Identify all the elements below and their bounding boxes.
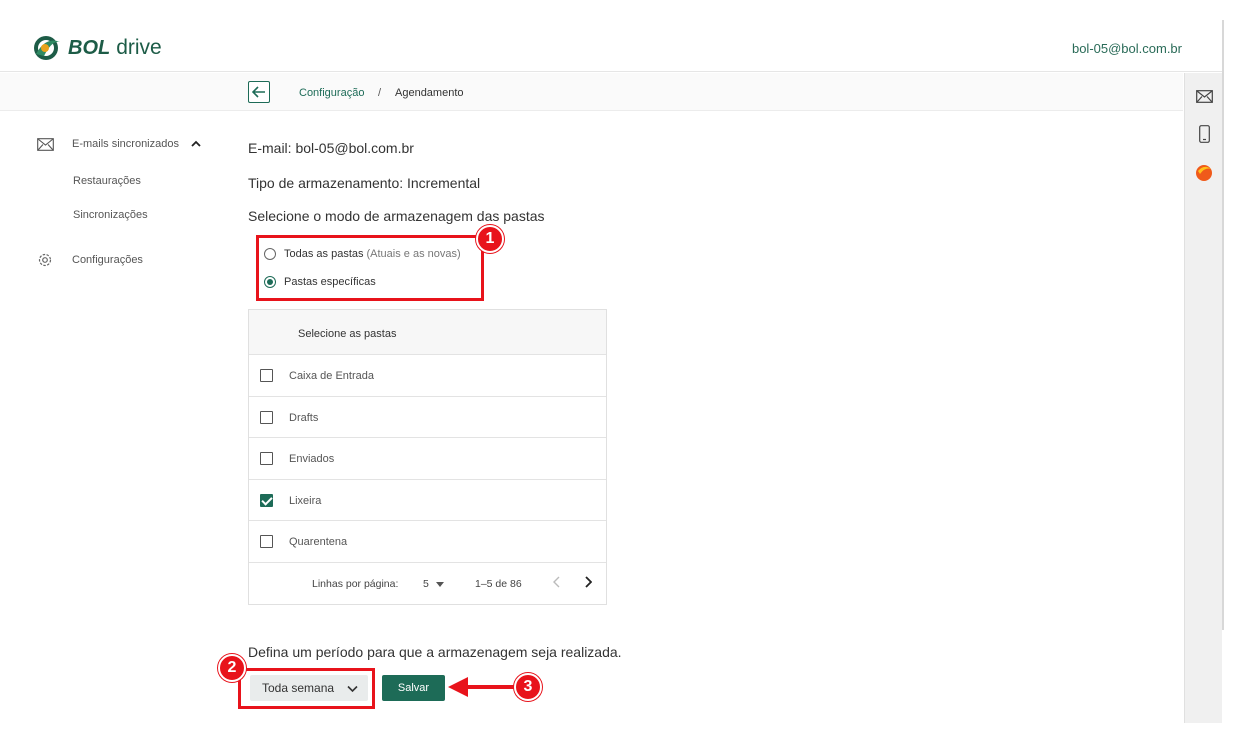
table-pagination: Linhas por página: 5 1–5 de 86 xyxy=(249,562,606,604)
caret-down-icon xyxy=(435,582,444,587)
save-button[interactable]: Salvar xyxy=(382,675,445,701)
sidebar-item-label: E-mails sincronizados xyxy=(72,138,179,150)
sidebar-item-restauracoes[interactable]: Restaurações xyxy=(73,175,141,187)
chevron-up-icon xyxy=(191,138,201,150)
folder-name: Enviados xyxy=(289,453,335,465)
mail-icon xyxy=(36,137,54,151)
top-bar: BOL drive bol-05@bol.com.br xyxy=(0,0,1222,72)
breadcrumb-configuracao[interactable]: Configuração xyxy=(299,87,364,99)
table-row[interactable]: Caixa de Entrada xyxy=(249,355,606,397)
annotation-badge-3: 3 xyxy=(514,673,542,701)
breadcrumb-bar: Configuração / Agendamento xyxy=(0,73,1183,111)
annotation-box-1 xyxy=(256,235,484,301)
table-row[interactable]: Enviados xyxy=(249,438,606,480)
table-header: Selecione as pastas xyxy=(249,310,606,355)
rows-per-page-select[interactable]: 5 xyxy=(423,578,444,590)
table-row[interactable]: Quarentena xyxy=(249,521,606,563)
breadcrumb-separator: / xyxy=(378,87,382,99)
bol-app-icon[interactable] xyxy=(1195,163,1213,181)
scrollbar[interactable] xyxy=(1222,20,1224,630)
bol-logo-icon xyxy=(32,34,62,62)
annotation-badge-1: 1 xyxy=(476,225,504,253)
folder-name: Quarentena xyxy=(289,536,348,548)
rows-per-page-value: 5 xyxy=(423,578,429,590)
folder-table: Selecione as pastas Caixa de Entrada Dra… xyxy=(248,309,607,605)
storage-type-line: Tipo de armazenamento: Incremental xyxy=(248,175,481,191)
sidebar-item-label: Configurações xyxy=(72,254,143,266)
sidebar-item-sincronizacoes[interactable]: Sincronizações xyxy=(73,209,148,221)
rows-per-page-label: Linhas por página: xyxy=(312,578,399,590)
back-button[interactable] xyxy=(248,81,270,103)
chevron-right-icon[interactable] xyxy=(584,576,593,591)
table-row[interactable]: Lixeira xyxy=(249,480,606,521)
breadcrumb-current: Agendamento xyxy=(395,87,464,99)
bol-drive-logo[interactable]: BOL drive xyxy=(32,34,162,62)
sidebar-item-configuracoes[interactable]: Configurações xyxy=(36,253,143,267)
pagination-range: 1–5 de 86 xyxy=(475,578,522,590)
folder-name: Drafts xyxy=(289,411,319,424)
table-header-label: Selecione as pastas xyxy=(298,328,397,340)
user-email[interactable]: bol-05@bol.com.br xyxy=(1072,41,1182,56)
checkbox-checked[interactable] xyxy=(260,493,273,507)
checkbox[interactable] xyxy=(260,452,273,465)
logo-text-drive: drive xyxy=(116,36,162,59)
checkbox[interactable] xyxy=(260,410,273,424)
logo-text-bol: BOL xyxy=(68,36,111,59)
arrow-left-icon xyxy=(252,86,265,98)
checkbox[interactable] xyxy=(260,369,273,382)
mail-icon[interactable] xyxy=(1195,87,1213,105)
annotation-badge-2: 2 xyxy=(218,654,246,682)
checkbox[interactable] xyxy=(260,535,273,548)
email-line: E-mail: bol-05@bol.com.br xyxy=(248,140,414,156)
folder-name: Caixa de Entrada xyxy=(289,370,374,382)
annotation-arrow-3 xyxy=(448,677,514,697)
sidebar-item-emails-sincronizados[interactable]: E-mails sincronizados xyxy=(36,137,201,151)
table-row[interactable]: Drafts xyxy=(249,397,606,438)
chevron-left-icon[interactable] xyxy=(553,576,561,591)
annotation-box-2 xyxy=(238,668,375,709)
phone-icon[interactable] xyxy=(1195,125,1213,143)
mode-prompt: Selecione o modo de armazenagem das past… xyxy=(248,208,545,224)
gear-icon xyxy=(36,253,54,267)
right-app-rail xyxy=(1184,73,1222,723)
folder-name: Lixeira xyxy=(289,494,322,507)
period-prompt: Defina um período para que a armazenagem… xyxy=(248,644,622,660)
